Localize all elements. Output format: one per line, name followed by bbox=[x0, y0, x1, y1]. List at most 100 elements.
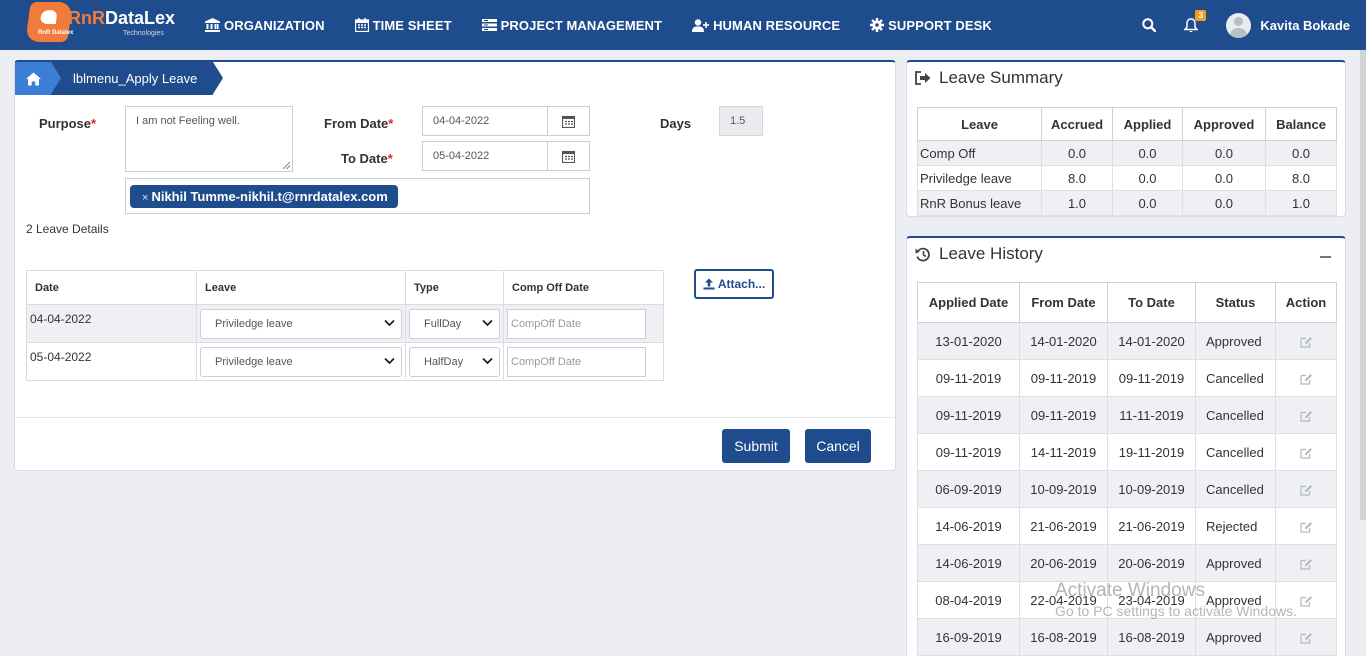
breadcrumb-home[interactable] bbox=[15, 62, 51, 95]
edit-action-button[interactable] bbox=[1275, 507, 1337, 545]
nav-organization[interactable]: ORGANIZATION bbox=[205, 18, 325, 33]
to-date-cell: 11-11-2019 bbox=[1107, 396, 1196, 434]
summary-cell: 1.0 bbox=[1265, 190, 1337, 216]
notify-user-tag: × Nikhil Tumme-nikhil.t@rnrdatalex.com bbox=[130, 185, 398, 208]
leave-summary-panel: Leave Summary Leave Accrued Applied Appr… bbox=[906, 60, 1346, 217]
column-header-type: Type bbox=[405, 270, 504, 305]
apply-leave-panel: lblmenu_Apply Leave Purpose* I am not Fe… bbox=[14, 60, 896, 471]
edit-action-button[interactable] bbox=[1275, 470, 1337, 508]
from-date-field[interactable]: 04-04-2022 bbox=[422, 106, 590, 136]
purpose-textarea[interactable]: I am not Feeling well. bbox=[125, 106, 293, 172]
applied-date-cell: 13-01-2020 bbox=[917, 322, 1020, 360]
edit-action-button[interactable] bbox=[1275, 396, 1337, 434]
nav-project-management[interactable]: PROJECT MANAGEMENT bbox=[481, 18, 662, 33]
column-header-leave: Leave bbox=[917, 107, 1042, 141]
user-name[interactable]: Kavita Bokade bbox=[1260, 18, 1350, 33]
to-date-value[interactable]: 05-04-2022 bbox=[423, 142, 547, 170]
from-date-picker-button[interactable] bbox=[547, 107, 589, 135]
attach-button-label: Attach... bbox=[717, 277, 766, 291]
status-cell: Cancelled bbox=[1195, 359, 1276, 397]
row-date: 05-04-2022 bbox=[26, 342, 197, 381]
status-cell: Cancelled bbox=[1195, 470, 1276, 508]
from-date-value[interactable]: 04-04-2022 bbox=[423, 107, 547, 135]
column-header-to-date: To Date bbox=[1107, 282, 1196, 323]
comp-off-date-input[interactable]: CompOff Date bbox=[507, 346, 646, 377]
user-plus-icon bbox=[692, 18, 710, 32]
column-header-applied: Applied bbox=[1112, 107, 1183, 141]
chevron-down-icon bbox=[384, 357, 395, 364]
calendar-icon bbox=[354, 18, 369, 32]
day-type-select[interactable]: FullDay bbox=[409, 308, 500, 339]
column-header-leave: Leave bbox=[196, 270, 406, 305]
to-date-picker-button[interactable] bbox=[547, 142, 589, 170]
column-header-action: Action bbox=[1275, 282, 1337, 323]
day-type-select[interactable]: HalfDay bbox=[409, 346, 500, 377]
tag-remove-icon[interactable]: × bbox=[142, 192, 148, 204]
to-date-cell: 21-06-2019 bbox=[1107, 507, 1196, 545]
breadcrumb-current: lblmenu_Apply Leave bbox=[51, 62, 224, 95]
edit-action-button[interactable] bbox=[1275, 618, 1337, 656]
table-row: 05-04-2022 Priviledge leave HalfDay Comp… bbox=[26, 342, 664, 381]
applied-date-cell: 08-04-2019 bbox=[917, 581, 1020, 619]
status-cell: Cancelled bbox=[1195, 396, 1276, 434]
summary-cell: 8.0 bbox=[1041, 165, 1113, 191]
days-value: 1.5 bbox=[719, 106, 763, 136]
edit-action-button[interactable] bbox=[1275, 581, 1337, 619]
edit-action-button[interactable] bbox=[1275, 359, 1337, 397]
leave-type-select[interactable]: Priviledge leave bbox=[200, 308, 402, 339]
submit-button[interactable]: Submit bbox=[722, 429, 790, 463]
applied-date-cell: 09-11-2019 bbox=[917, 433, 1020, 471]
notifications-button[interactable]: 3 bbox=[1184, 9, 1207, 33]
summary-cell: 8.0 bbox=[1265, 165, 1337, 191]
nav-right: 3 Kavita Bokade bbox=[1142, 0, 1350, 50]
to-date-cell: 19-11-2019 bbox=[1107, 433, 1196, 471]
comp-off-date-input[interactable]: CompOff Date bbox=[507, 308, 646, 339]
column-header-balance: Balance bbox=[1265, 107, 1337, 141]
nav-time-sheet-label: TIME SHEET bbox=[372, 17, 452, 33]
edit-icon bbox=[1299, 522, 1312, 533]
search-button[interactable] bbox=[1142, 18, 1157, 32]
status-cell: Approved bbox=[1195, 322, 1276, 360]
from-date-cell: 10-09-2019 bbox=[1019, 470, 1108, 508]
logo-mini-text: RnR Datalex bbox=[38, 30, 74, 36]
to-date-cell: 09-11-2019 bbox=[1107, 359, 1196, 397]
notify-users-input[interactable]: × Nikhil Tumme-nikhil.t@rnrdatalex.com bbox=[125, 178, 590, 214]
notification-badge: 3 bbox=[1195, 9, 1207, 21]
column-header-from-date: From Date bbox=[1019, 282, 1108, 323]
table-row: 09-11-2019 09-11-2019 09-11-2019 Cancelled bbox=[917, 359, 1337, 397]
summary-cell: 0.0 bbox=[1265, 140, 1337, 166]
summary-cell: Priviledge leave bbox=[917, 165, 1042, 191]
edit-icon bbox=[1299, 633, 1312, 644]
from-date-cell: 14-01-2020 bbox=[1019, 322, 1108, 360]
top-navbar: RnR Datalex RnRDataLex Technologies ORGA… bbox=[0, 0, 1366, 50]
sign-out-icon bbox=[915, 71, 931, 85]
status-cell: Approved bbox=[1195, 618, 1276, 656]
leave-type-select[interactable]: Priviledge leave bbox=[200, 346, 402, 377]
nav-human-resource[interactable]: HUMAN RESOURCE bbox=[692, 18, 840, 33]
company-logo[interactable]: RnR Datalex RnRDataLex Technologies bbox=[25, 2, 175, 42]
page-scrollbar[interactable] bbox=[1360, 50, 1366, 520]
nav-time-sheet[interactable]: TIME SHEET bbox=[354, 17, 452, 33]
applied-date-cell: 09-11-2019 bbox=[917, 359, 1020, 397]
edit-icon bbox=[1299, 448, 1312, 459]
logo-tagline: Technologies bbox=[123, 30, 164, 37]
collapse-button[interactable] bbox=[1320, 256, 1331, 258]
attach-button[interactable]: Attach... bbox=[694, 269, 774, 299]
avatar[interactable] bbox=[1226, 12, 1252, 38]
edit-action-button[interactable] bbox=[1275, 322, 1337, 360]
leave-summary-title: Leave Summary bbox=[915, 68, 1063, 88]
edit-action-button[interactable] bbox=[1275, 544, 1337, 582]
bank-icon bbox=[205, 18, 220, 32]
nav-support-desk[interactable]: SUPPORT DESK bbox=[870, 18, 992, 33]
days-label: Days bbox=[660, 116, 692, 131]
from-date-cell: 16-08-2019 bbox=[1019, 618, 1108, 656]
edit-action-button[interactable] bbox=[1275, 433, 1337, 471]
edit-icon bbox=[1299, 411, 1312, 422]
history-icon bbox=[915, 247, 930, 261]
cancel-button[interactable]: Cancel bbox=[805, 429, 871, 463]
calendar-icon bbox=[562, 115, 575, 128]
status-cell: Rejected bbox=[1195, 507, 1276, 545]
to-date-field[interactable]: 05-04-2022 bbox=[422, 141, 590, 171]
chevron-down-icon bbox=[384, 319, 395, 326]
calendar-icon bbox=[562, 150, 575, 163]
